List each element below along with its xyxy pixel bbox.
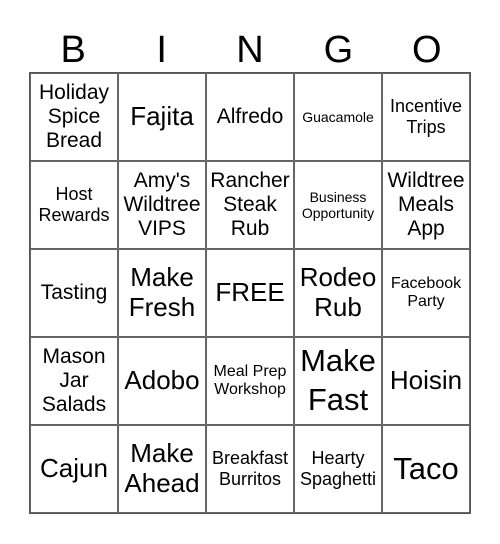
header-letter-b: B <box>60 29 86 71</box>
bingo-cell[interactable]: Amy's Wildtree VIPS <box>118 161 206 249</box>
bingo-cell[interactable]: Rancher Steak Rub <box>206 161 294 249</box>
bingo-cell[interactable]: Adobo <box>118 337 206 425</box>
bingo-cell[interactable]: Wildtree Meals App <box>382 161 470 249</box>
bingo-cell[interactable]: Fajita <box>118 73 206 161</box>
bingo-cell[interactable]: Business Opportunity <box>294 161 382 249</box>
header-letter-o: O <box>412 29 442 71</box>
bingo-header: B I N G O <box>29 28 471 72</box>
bingo-cell[interactable]: Holiday Spice Bread <box>30 73 118 161</box>
bingo-cell[interactable]: Hoisin <box>382 337 470 425</box>
bingo-cell[interactable]: Cajun <box>30 425 118 513</box>
bingo-grid: Holiday Spice Bread Fajita Alfredo Guaca… <box>29 72 471 514</box>
header-letter-i: I <box>156 29 167 71</box>
bingo-cell[interactable]: Breakfast Burritos <box>206 425 294 513</box>
bingo-cell[interactable]: Alfredo <box>206 73 294 161</box>
bingo-cell[interactable]: Guacamole <box>294 73 382 161</box>
bingo-cell[interactable]: Facebook Party <box>382 249 470 337</box>
bingo-cell[interactable]: Meal Prep Workshop <box>206 337 294 425</box>
bingo-cell[interactable]: Incentive Trips <box>382 73 470 161</box>
bingo-cell[interactable]: Taco <box>382 425 470 513</box>
bingo-cell[interactable]: Rodeo Rub <box>294 249 382 337</box>
header-letter-g: G <box>323 29 354 71</box>
header-letter-n: N <box>236 29 264 71</box>
bingo-cell[interactable]: Make Ahead <box>118 425 206 513</box>
bingo-cell[interactable]: Host Rewards <box>30 161 118 249</box>
bingo-cell[interactable]: Make Fresh <box>118 249 206 337</box>
bingo-cell[interactable]: Make Fast <box>294 337 382 425</box>
free-space-cell[interactable]: FREE <box>206 249 294 337</box>
bingo-cell[interactable]: Hearty Spaghetti <box>294 425 382 513</box>
bingo-cell[interactable]: Mason Jar Salads <box>30 337 118 425</box>
bingo-cell[interactable]: Tasting <box>30 249 118 337</box>
